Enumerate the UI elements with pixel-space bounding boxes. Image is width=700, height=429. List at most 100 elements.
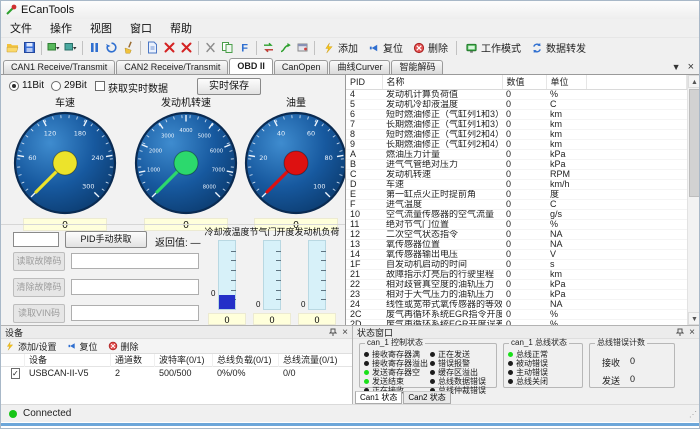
table-row[interactable]: 13氧传感器位置0NA: [346, 239, 687, 249]
table-row[interactable]: F进气温度0C: [346, 199, 687, 209]
tab--curver[interactable]: 曲线Curver: [329, 60, 390, 74]
tab--[interactable]: 智能解码: [391, 60, 443, 74]
read-dtc-button[interactable]: 读取故障码: [13, 252, 65, 271]
table-row[interactable]: 23相对于大气压力的油轨压力0kPa: [346, 289, 687, 299]
table-row[interactable]: A燃油压力计量0kPa: [346, 149, 687, 159]
table-row[interactable]: C发动机转速0RPM: [346, 169, 687, 179]
cancel-send-icon[interactable]: [161, 39, 178, 56]
read-vin-field[interactable]: [71, 305, 199, 321]
status-tab[interactable]: Can2 状态: [403, 391, 450, 404]
add-button[interactable]: 添加: [318, 39, 363, 57]
col-channels[interactable]: 通道数: [111, 354, 155, 367]
col-pid[interactable]: PID: [346, 75, 382, 89]
stop-device-icon[interactable]: [62, 39, 79, 56]
clear-dtc-button[interactable]: 清除故障码: [13, 278, 65, 297]
table-row[interactable]: 10空气流量传感器的空气流量0g/s: [346, 209, 687, 219]
table-row[interactable]: 7长期燃油修正（气缸列1和3）0km: [346, 119, 687, 129]
tab-obd-ii[interactable]: OBD II: [229, 58, 273, 74]
panel-close-icon[interactable]: ×: [689, 327, 695, 338]
svg-text:20: 20: [259, 154, 267, 162]
table-row[interactable]: E第一缸点火正时提前角0度: [346, 189, 687, 199]
pause-icon[interactable]: [86, 39, 103, 56]
col-device[interactable]: 设备: [25, 354, 111, 367]
table-row[interactable]: B进气气管绝对压力0kPa: [346, 159, 687, 169]
start-device-icon[interactable]: [45, 39, 62, 56]
copy-icon[interactable]: [219, 39, 236, 56]
cut-icon[interactable]: [202, 39, 219, 56]
swap-icon[interactable]: [260, 39, 277, 56]
svg-text:60: 60: [307, 130, 315, 138]
table-row[interactable]: D车速0km/h: [346, 179, 687, 189]
col-flow[interactable]: 总线流量(0/1): [279, 354, 343, 367]
table-row[interactable]: 8短时燃油修正（气缸列2和4）0km: [346, 129, 687, 139]
table-scrollbar[interactable]: ▲ ▼: [687, 75, 700, 325]
window-tool-icon[interactable]: [294, 39, 311, 56]
realtime-data-checkbox[interactable]: [95, 81, 105, 91]
table-row[interactable]: 11绝对节气门位置0%: [346, 219, 687, 229]
device-delete-button[interactable]: 删除: [121, 340, 139, 353]
col-value[interactable]: 数值: [502, 75, 546, 89]
read-dtc-field[interactable]: [71, 253, 199, 269]
pid-table-header[interactable]: PID 名称 数值 单位: [346, 75, 687, 89]
tab-can2-receive-transmit[interactable]: CAN2 Receive/Transmit: [116, 60, 228, 74]
send-frame-icon[interactable]: [144, 39, 161, 56]
filter-icon[interactable]: F: [236, 39, 253, 56]
menu-item[interactable]: 文件: [1, 18, 41, 38]
led-off-icon: [508, 379, 513, 384]
scroll-up-icon[interactable]: ▲: [688, 75, 700, 88]
scroll-down-icon[interactable]: ▼: [688, 312, 700, 325]
reset-button[interactable]: 复位: [363, 39, 408, 57]
pid-manual-input[interactable]: [13, 232, 59, 247]
table-row[interactable]: 14氧传感器输出电压0V: [346, 249, 687, 259]
window-title: ECanTools: [21, 4, 74, 16]
pid-manual-get-button[interactable]: PID手动获取: [65, 231, 147, 248]
col-load[interactable]: 总线负载(0/1): [213, 354, 279, 367]
realtime-save-button[interactable]: 实时保存: [197, 78, 261, 95]
table-row[interactable]: 2C废气再循环系统EGR指令开度0%: [346, 309, 687, 319]
delete-button[interactable]: 删除: [408, 39, 453, 57]
resize-grip[interactable]: ⋰: [689, 410, 697, 419]
panel-close-icon[interactable]: ×: [342, 327, 348, 338]
tab-scroll-down-icon[interactable]: ▼: [672, 62, 681, 72]
table-row[interactable]: 6短时燃油修正（气缸列1和3）0km: [346, 109, 687, 119]
save-file-icon[interactable]: [21, 39, 38, 56]
work-mode-button[interactable]: 工作模式: [460, 39, 526, 57]
table-row[interactable]: 4发动机计算负荷值0%: [346, 89, 687, 99]
status-tab[interactable]: Can1 状态: [355, 391, 402, 404]
col-unit[interactable]: 单位: [546, 75, 586, 89]
pin-icon[interactable]: [676, 328, 684, 337]
radio-11bit[interactable]: [9, 81, 19, 91]
pid-table: PID 名称 数值 单位 4发动机计算负荷值0%5发动机冷却液温度0C6短时燃油…: [346, 75, 687, 325]
menu-item[interactable]: 帮助: [161, 18, 201, 38]
table-row[interactable]: 5发动机冷却液温度0C: [346, 99, 687, 109]
col-name[interactable]: 名称: [382, 75, 502, 89]
clear-dtc-field[interactable]: [71, 279, 199, 295]
connect-icon[interactable]: [277, 39, 294, 56]
menu-item[interactable]: 窗口: [121, 18, 161, 38]
col-baud[interactable]: 波特率(0/1): [155, 354, 213, 367]
data-forward-button[interactable]: 数据转发: [526, 39, 591, 57]
pin-icon[interactable]: [329, 328, 337, 337]
menu-item[interactable]: 操作: [41, 18, 81, 38]
table-row[interactable]: 22相对歧管真空度的油轨压力0kPa: [346, 279, 687, 289]
radio-29bit[interactable]: [51, 81, 61, 91]
table-row[interactable]: 1F自发动机启动的时间0s: [346, 259, 687, 269]
device-reset-button[interactable]: 复位: [80, 340, 98, 353]
refresh-icon[interactable]: [103, 39, 120, 56]
tab-close-icon[interactable]: ×: [688, 61, 694, 73]
read-vin-button[interactable]: 读取VIN码: [13, 304, 65, 323]
table-row[interactable]: 12二次空气状态指令0NA: [346, 229, 687, 239]
menu-item[interactable]: 视图: [81, 18, 121, 38]
table-row[interactable]: 9长期燃油修正（气缸列2和4）0km: [346, 139, 687, 149]
table-row[interactable]: 21故障指示灯亮后的行驶里程0km: [346, 269, 687, 279]
scrollbar-thumb[interactable]: [689, 89, 700, 197]
tab-can1-receive-transmit[interactable]: CAN1 Receive/Transmit: [3, 60, 115, 74]
device-checkbox[interactable]: ✓: [11, 368, 20, 379]
tab-canopen[interactable]: CanOpen: [274, 60, 329, 74]
device-row[interactable]: ✓ USBCAN-II-V5 2 500/500 0%/0% 0/0: [1, 367, 352, 380]
table-row[interactable]: 24线性或宽带式氧传感器的等效比0NA: [346, 299, 687, 309]
clear-icon[interactable]: [120, 39, 137, 56]
open-file-icon[interactable]: [4, 39, 21, 56]
cancel-all-icon[interactable]: [178, 39, 195, 56]
device-add-settings-button[interactable]: 添加/设置: [18, 340, 57, 353]
